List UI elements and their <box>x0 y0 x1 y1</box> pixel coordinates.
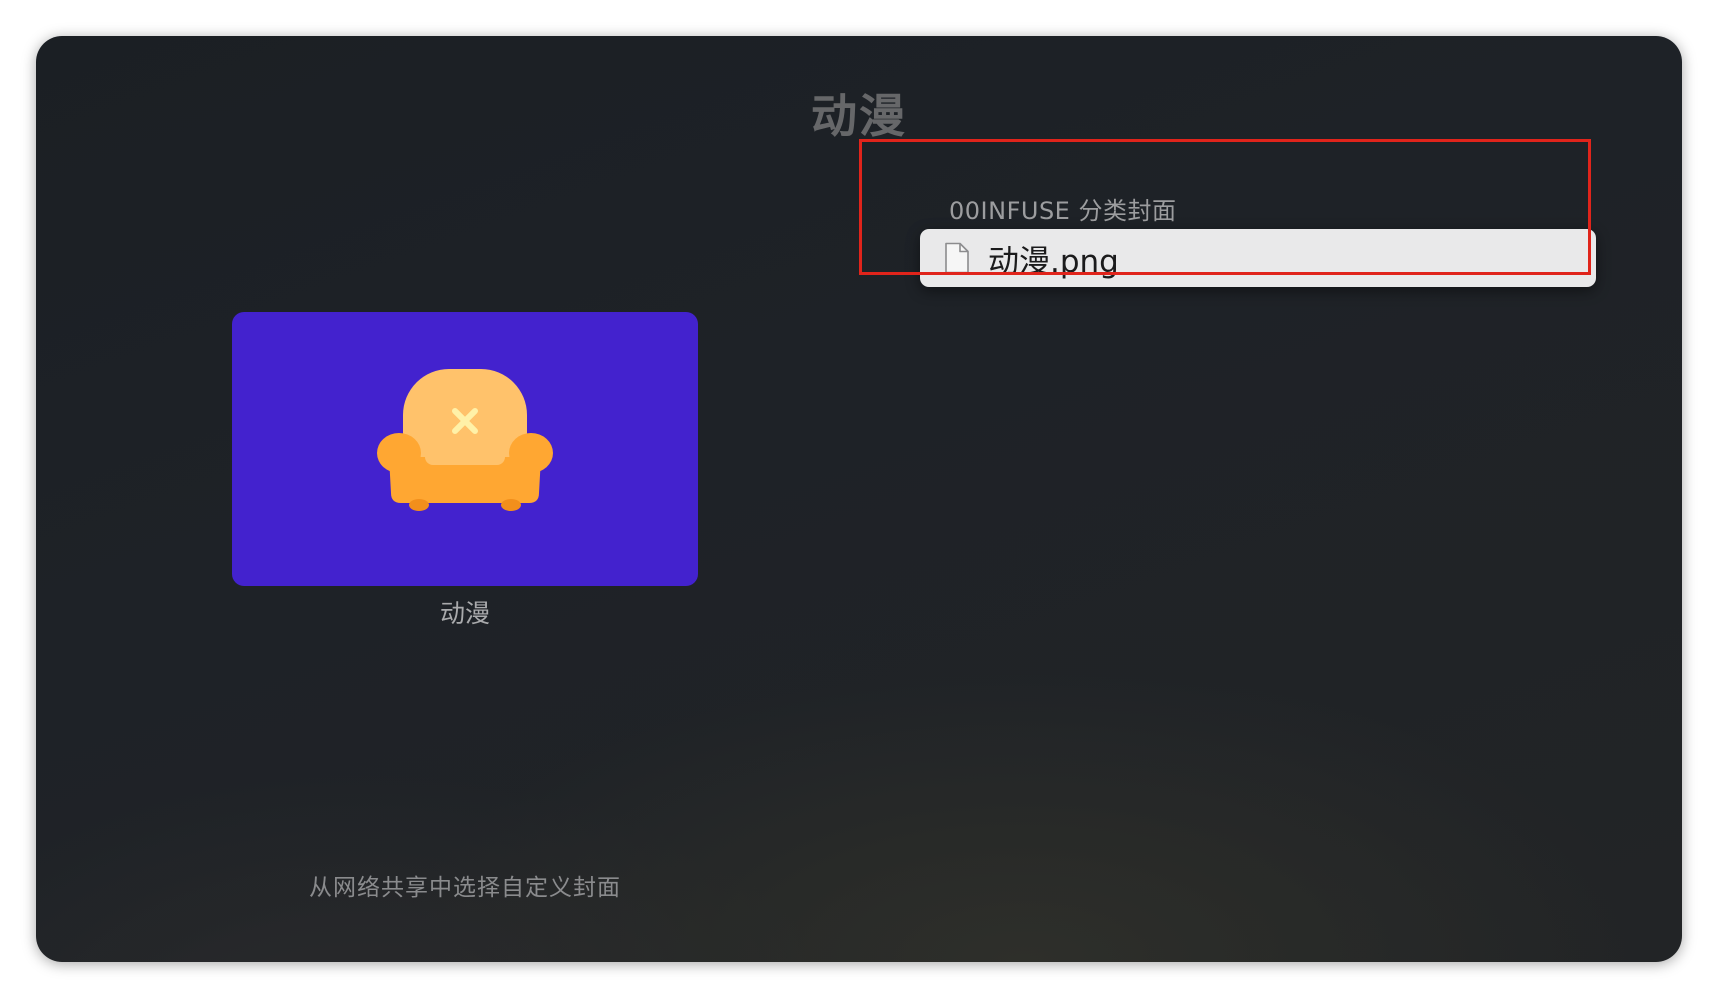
picker-hint: 从网络共享中选择自定义封面 <box>309 875 621 901</box>
armchair-icon <box>377 369 553 511</box>
cover-label: 动漫 <box>439 599 490 628</box>
highlight-annotation <box>859 139 1591 275</box>
cover-preview-card[interactable] <box>232 312 698 586</box>
page-title: 动漫 <box>811 89 907 143</box>
